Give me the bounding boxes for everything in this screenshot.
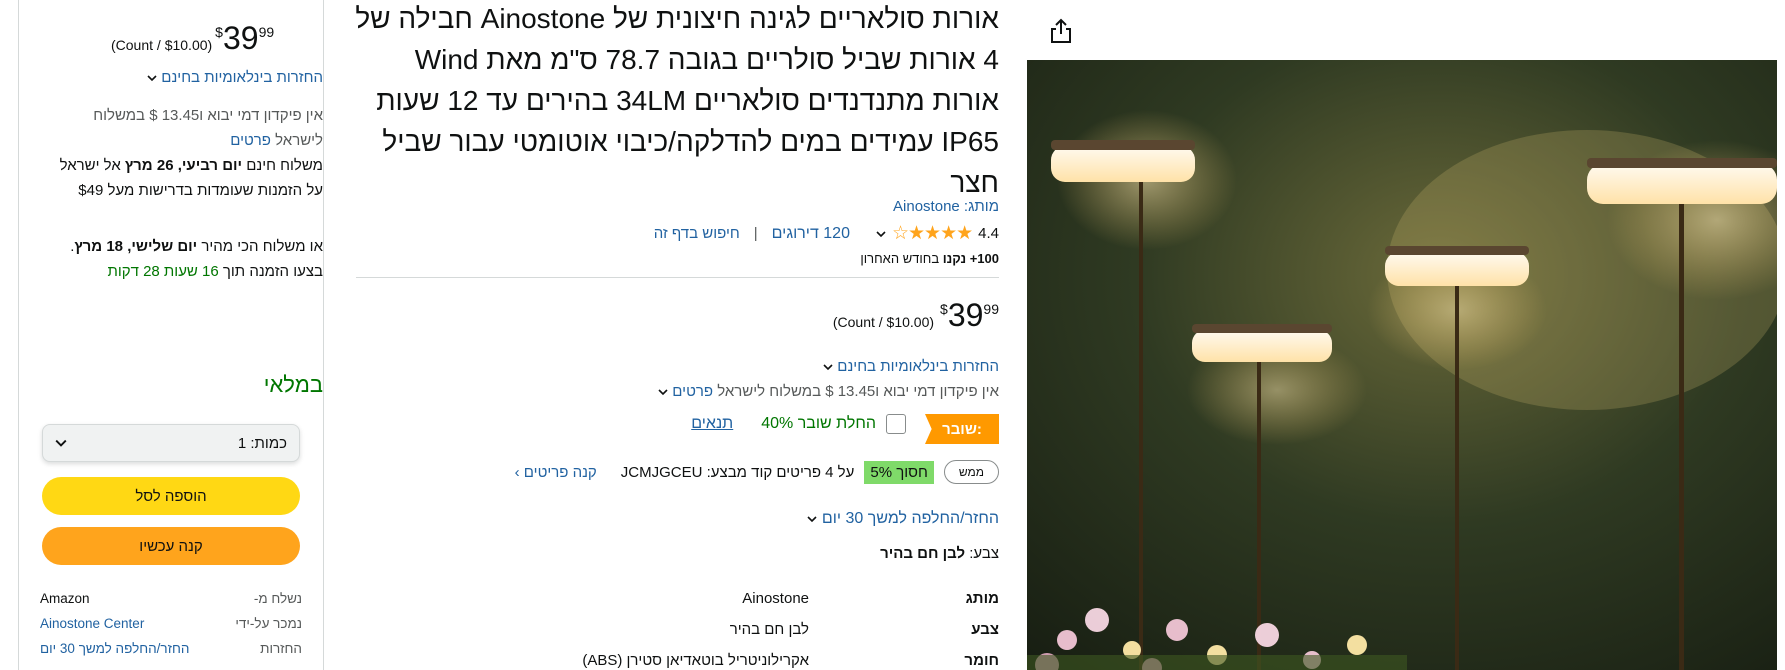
import-fees-line2: לישראל — [275, 132, 323, 149]
search-page-link[interactable]: חיפוש בדף זה — [654, 225, 740, 242]
free-returns-label: החזרות בינלאומיות בחינם — [161, 69, 323, 86]
chevron-down-icon[interactable] — [658, 387, 668, 397]
price-currency: $ — [940, 301, 948, 317]
price-fraction: 99 — [983, 301, 999, 317]
ratings-count-link[interactable]: 120 דירוגים — [772, 225, 850, 243]
spec-key: צבע — [971, 621, 999, 638]
buy-now-button[interactable]: קנה עכשיו — [42, 527, 300, 565]
fastest-prefix: או משלוח הכי מהיר — [197, 238, 323, 255]
quantity-label: כמות: — [250, 434, 287, 452]
color-value: לבן חם בהיר — [880, 545, 966, 562]
seller-link[interactable]: Ainostone Center — [40, 616, 230, 631]
solar-lights-photo — [1027, 60, 1777, 670]
fastest-countdown: 16 שעות 28 דקות — [107, 263, 219, 280]
in-stock: במלאי — [263, 372, 323, 397]
bought-recently: 100+ נקנו בחודש האחרון — [860, 251, 999, 266]
product-title: אורות סולאריים לגינה חיצונית של Ainoston… — [355, 3, 999, 198]
spec-key: חומר — [964, 652, 999, 669]
chevron-down-icon — [823, 364, 833, 371]
save-badge: חסוך 5% — [864, 460, 934, 484]
add-to-cart-button[interactable]: הוספה לסל — [42, 477, 300, 515]
coupon-badge: שובר: — [925, 414, 999, 444]
buybox-price: (Count / $10.00) $ 39 99 — [111, 21, 325, 55]
details-link[interactable]: פרטים — [672, 383, 713, 400]
info-row-returns: החזרות החזר/החלפה למשך 30 יום — [40, 636, 302, 661]
delivery-info: משלוח חינם יום רביעי, 26 מרץ אל ישראל על… — [39, 153, 323, 203]
fastest-date: יום שלישי, 18 מרץ — [74, 238, 198, 255]
quantity-value: 1 — [237, 434, 247, 452]
rating-value: 4.4 — [978, 225, 999, 242]
free-returns-link[interactable]: החזרות בינלאומיות בחינם — [823, 358, 999, 375]
color-label: צבע: — [965, 545, 999, 562]
spec-table: מותג Ainostone צבע לבן חם בהיר חומר אקרי… — [359, 583, 999, 670]
returns-policy-label: החזר/החלפה למשך 30 יום — [821, 510, 999, 527]
spec-value: לבן חם בהיר — [729, 621, 809, 638]
bought-rest: בחודש האחרון — [860, 251, 943, 266]
divider — [356, 277, 999, 278]
import-fees: אין פיקדון דמי יבוא ו13.45 $ במשלוח לישר… — [39, 103, 323, 153]
buy-box: (Count / $10.00) $ 39 99 החזרות בינלאומי… — [18, 0, 324, 670]
bought-count: 100+ נקנו — [942, 251, 999, 266]
rating-row: 4.4 ★★★★☆ 120 דירוגים | חיפוש בדף זה — [654, 222, 999, 245]
coupon-row: החלת שובר 40% תנאים — [691, 414, 906, 434]
details-link[interactable]: פרטים — [230, 132, 271, 149]
chevron-down-icon — [807, 516, 818, 522]
price-currency: $ — [215, 24, 223, 40]
share-icon[interactable] — [1048, 17, 1074, 45]
info-key: החזרות — [260, 641, 302, 656]
promo-row: ממש חסוך 5% על 4 פריטים קוד מבצע: JCMJGC… — [515, 460, 999, 484]
coupon-terms-link[interactable]: תנאים — [691, 415, 733, 433]
spec-value: אקרילוניטריל בוטאדיאן סטירן (ABS) — [582, 652, 809, 669]
price-whole: 39 — [947, 297, 984, 333]
info-row-sold-by: נמכר על-ידי Ainostone Center — [40, 611, 302, 636]
spec-row: צבע לבן חם בהיר — [359, 614, 999, 645]
redeem-button[interactable]: ממש — [943, 460, 999, 484]
brand-link[interactable]: מותג: Ainostone — [893, 198, 999, 215]
spec-value: Ainostone — [742, 590, 809, 607]
delivery-prefix: משלוח חינם — [242, 157, 323, 174]
spec-row: חומר אקרילוניטריל בוטאדיאן סטירן (ABS) — [359, 645, 999, 670]
coupon-checkbox[interactable] — [886, 414, 906, 434]
import-fees-line1: אין פיקדון דמי יבוא ו13.45 $ במשלוח — [93, 107, 323, 124]
returns-link[interactable]: החזר/החלפה למשך 30 יום — [40, 641, 230, 656]
chevron-down-icon — [147, 75, 157, 82]
shop-items-link[interactable]: קנה פריטים › — [515, 464, 597, 481]
spec-row: מותג Ainostone — [359, 583, 999, 614]
price-fraction: 99 — [258, 24, 275, 40]
info-row-ships-from: נשלח מ- Amazon — [40, 586, 302, 611]
promo-text: על 4 פריטים קוד מבצע: JCMJGCEU — [620, 463, 855, 481]
delivery-date: יום רביעי, 26 מרץ — [124, 157, 243, 174]
info-value: Amazon — [40, 591, 90, 606]
import-fees-text: אין פיקדון דמי יבוא ו13.45 $ במשלוח לישר… — [717, 383, 999, 400]
color-line: צבע: לבן חם בהיר — [880, 545, 999, 562]
product-price: (Count / $10.00) $ 39 99 — [833, 298, 999, 332]
chevron-down-icon[interactable] — [876, 229, 886, 239]
spec-key: מותג — [965, 590, 999, 607]
brand-line: מותג: Ainostone — [893, 198, 999, 215]
info-key: נמכר על-ידי — [235, 616, 302, 631]
seller-info: נשלח מ- Amazon נמכר על-ידי Ainostone Cen… — [40, 586, 302, 661]
price-per-unit: (Count / $10.00) — [832, 314, 935, 330]
star-rating-icon[interactable]: ★★★★☆ — [892, 222, 973, 245]
import-fees: אין פיקדון דמי יבוא ו13.45 $ במשלוח לישר… — [658, 383, 999, 400]
info-key: נשלח מ- — [253, 591, 302, 606]
free-returns-label: החזרות בינלאומיות בחינם — [837, 358, 999, 375]
free-returns-link[interactable]: החזרות בינלאומיות בחינם — [103, 65, 323, 90]
quantity-display: כמות: 1 — [238, 435, 287, 452]
price-whole: 39 — [222, 20, 259, 56]
quantity-select[interactable]: כמות: 1 — [42, 424, 300, 462]
price-per-unit: (Count / $10.00) — [111, 37, 213, 53]
separator: | — [753, 225, 758, 242]
returns-policy-link[interactable]: החזר/החלפה למשך 30 יום — [807, 510, 999, 528]
fastest-delivery: או משלוח הכי מהיר יום שלישי, 18 מרץ. בצע… — [39, 234, 323, 284]
chevron-down-icon — [55, 439, 67, 447]
coupon-text: החלת שובר 40% — [761, 415, 876, 432]
product-image[interactable] — [1027, 60, 1777, 670]
